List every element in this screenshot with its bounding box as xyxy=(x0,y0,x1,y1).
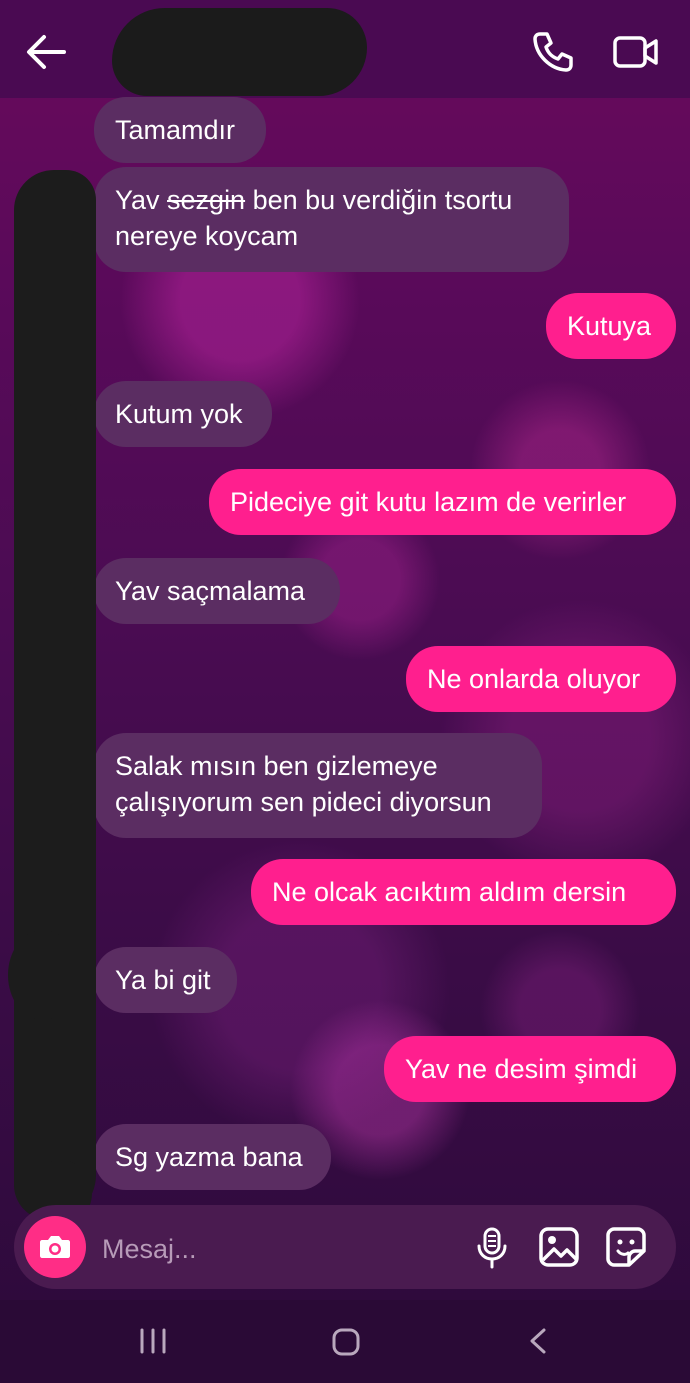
video-call-button[interactable] xyxy=(610,28,662,76)
message-line: Salak mısın ben gizlemeye xyxy=(115,751,438,781)
arrow-left-icon xyxy=(27,35,66,69)
microphone-icon xyxy=(477,1227,507,1269)
message-outgoing: Pideciye git kutu lazım de verirler xyxy=(209,469,676,535)
struck-word: sezgin xyxy=(167,185,246,215)
message-text: Kutum yok xyxy=(115,399,243,429)
message-text: Ya bi git xyxy=(115,965,211,995)
message-outgoing: Ne onlarda oluyor xyxy=(406,646,676,712)
message-outgoing: Yav ne desim şimdi xyxy=(384,1036,676,1102)
message-text: Pideciye git kutu lazım de verirler xyxy=(230,487,627,517)
home-icon xyxy=(332,1328,360,1356)
message-text: Kutuya xyxy=(567,311,652,341)
camera-icon xyxy=(40,1236,70,1258)
recent-apps-button[interactable] xyxy=(138,1326,168,1356)
message-text: Yav ne desim şimdi xyxy=(405,1054,638,1084)
video-camera-icon xyxy=(613,36,658,68)
system-back-button[interactable] xyxy=(526,1326,550,1356)
sticker-icon xyxy=(606,1227,646,1267)
message-line: çalışıyorum sen pideci diyorsun xyxy=(115,787,492,817)
voice-message-button[interactable] xyxy=(474,1226,510,1270)
message-incoming: Ya bi git xyxy=(94,947,237,1013)
message-outgoing: Ne olcak acıktım aldım dersin xyxy=(251,859,676,925)
message-text: Ne onlarda oluyor xyxy=(427,664,641,694)
message-input[interactable] xyxy=(100,1226,444,1272)
message-text: Yav xyxy=(115,185,168,215)
back-button[interactable] xyxy=(22,30,70,74)
image-icon xyxy=(539,1227,579,1267)
message-incoming: Yav sezgin ben bu verdiğin tsortu nereye… xyxy=(94,167,569,272)
message-incoming: Kutum yok xyxy=(94,381,272,447)
message-text: Tamamdır xyxy=(115,115,236,145)
contact-name-redacted xyxy=(112,8,367,96)
home-button[interactable] xyxy=(330,1326,362,1358)
sticker-button[interactable] xyxy=(604,1226,648,1268)
voice-call-button[interactable] xyxy=(528,28,576,76)
message-text: Sg yazma bana xyxy=(115,1142,303,1172)
message-line: Yav sezgin ben bu verdiğin tsortu xyxy=(115,182,548,218)
recent-apps-icon xyxy=(140,1328,166,1354)
message-incoming: Salak mısın ben gizlemeye çalışıyorum se… xyxy=(94,733,542,838)
camera-button[interactable] xyxy=(24,1216,86,1278)
phone-icon xyxy=(533,32,573,72)
avatar-redacted xyxy=(14,170,96,1220)
message-text: Ne olcak acıktım aldım dersin xyxy=(272,877,627,907)
nav-back-icon xyxy=(530,1328,546,1354)
gallery-button[interactable] xyxy=(538,1226,580,1268)
message-incoming: Sg yazma bana xyxy=(94,1124,331,1190)
message-text: ben bu verdiğin tsortu xyxy=(245,185,513,215)
message-outgoing: Kutuya xyxy=(546,293,676,359)
message-incoming: Yav saçmalama xyxy=(94,558,340,624)
message-text: Yav saçmalama xyxy=(115,576,306,606)
avatar-redacted xyxy=(8,930,78,1020)
message-incoming: Tamamdır xyxy=(94,97,266,163)
message-line: nereye koycam xyxy=(115,221,299,251)
